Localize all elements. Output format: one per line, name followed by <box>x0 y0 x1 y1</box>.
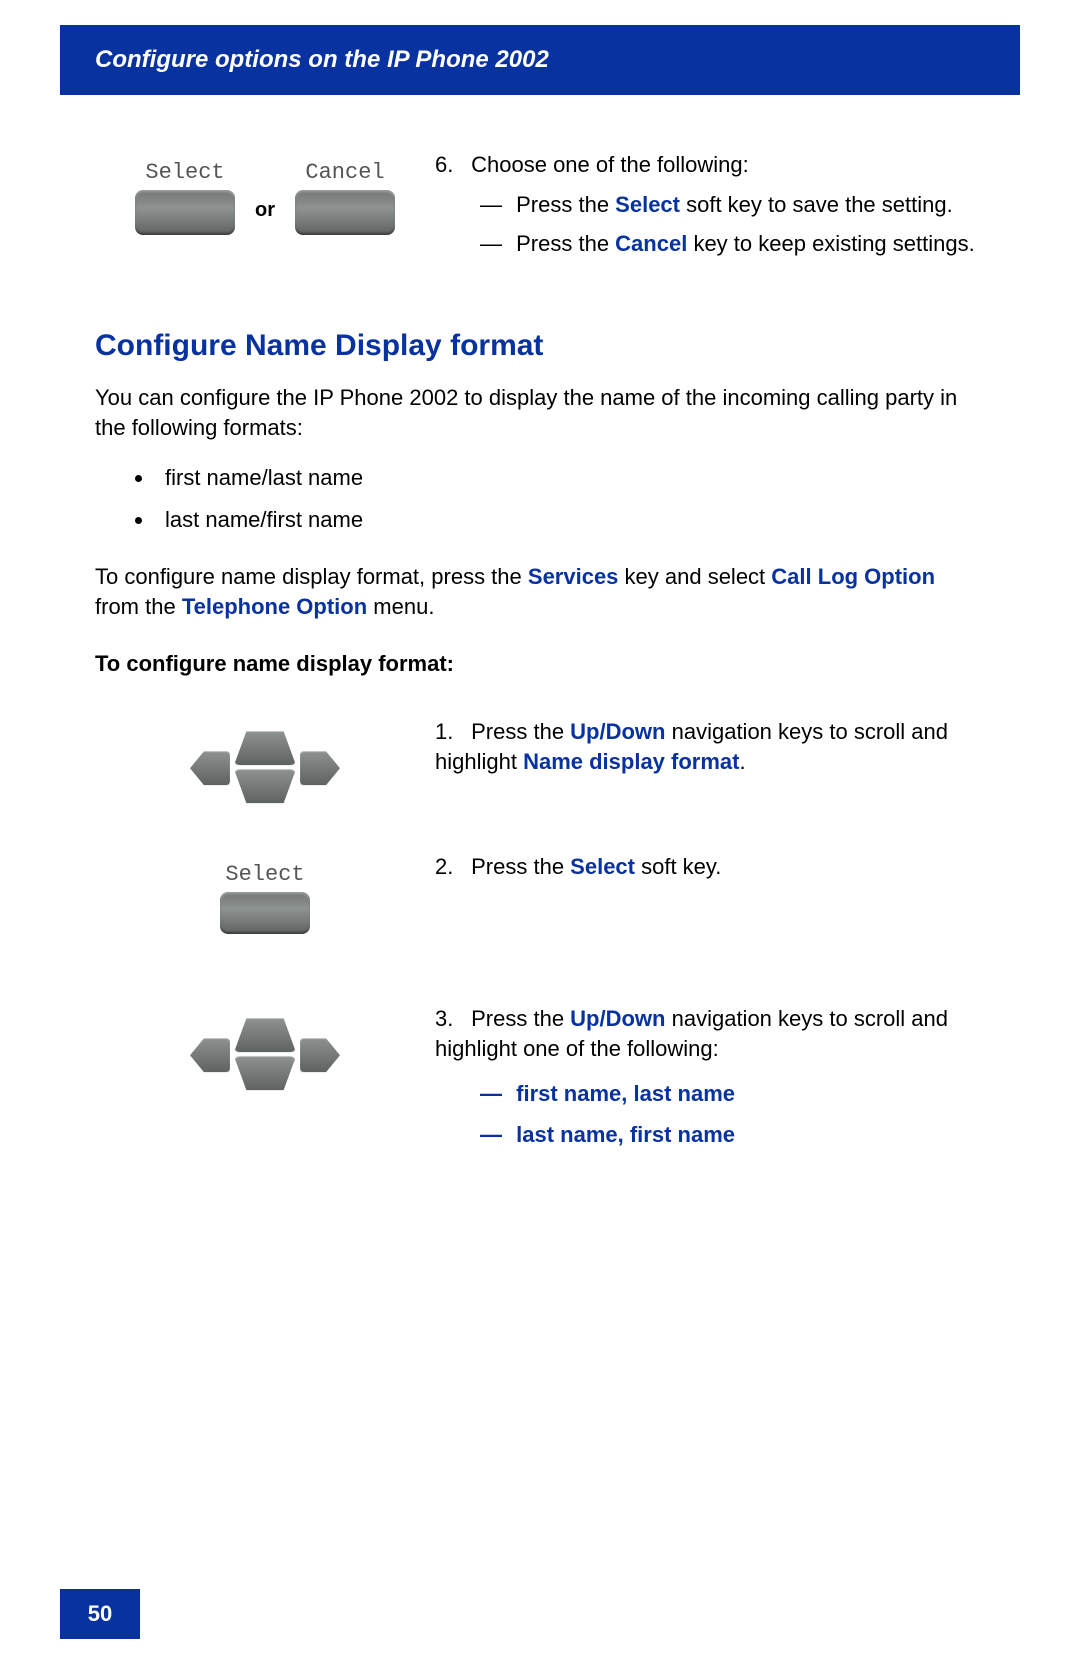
navigation-pad-icon <box>190 1014 340 1094</box>
nav-down-icon <box>234 1056 296 1090</box>
step-6-lead: Choose one of the following: <box>471 152 749 177</box>
softkey-illustration: Select or Cancel <box>95 150 435 235</box>
cancel-key-label: Cancel <box>305 160 384 185</box>
page-header-title: Configure options on the IP Phone 2002 <box>95 46 549 74</box>
step-3-row: 3. Press the Up/Down navigation keys to … <box>95 1004 985 1162</box>
navpad-illustration <box>95 717 435 807</box>
step-3-text: 3. Press the Up/Down navigation keys to … <box>435 1004 985 1162</box>
dash-icon: — <box>480 1079 510 1109</box>
format-list: first name/last name last name/first nam… <box>95 460 985 536</box>
dash-icon: — <box>480 190 510 220</box>
nav-left-icon <box>190 751 230 785</box>
select-key-icon <box>135 190 235 235</box>
nav-down-icon <box>234 769 296 803</box>
dash-icon: — <box>480 1120 510 1150</box>
select-key-illustration: Select <box>95 852 435 934</box>
page-number-value: 50 <box>88 1601 112 1627</box>
step-6-text: 6. Choose one of the following: — Press … <box>435 150 985 269</box>
nav-left-icon <box>190 1038 230 1072</box>
page: Configure options on the IP Phone 2002 S… <box>0 0 1080 1669</box>
option-1: — first name, last name <box>480 1079 985 1109</box>
page-header: Configure options on the IP Phone 2002 <box>60 25 1020 95</box>
nav-up-icon <box>234 731 296 765</box>
step-1-text: 1. Press the Up/Down navigation keys to … <box>435 717 985 776</box>
cancel-softkey: Cancel <box>295 160 395 235</box>
step-6-sub1: — Press the Select soft key to save the … <box>480 190 985 220</box>
select-key-label: Select <box>145 160 224 185</box>
list-item: last name/first name <box>155 502 985 537</box>
nav-right-icon <box>300 751 340 785</box>
content-area: Select or Cancel 6. Choose one of the fo… <box>95 150 985 1207</box>
list-item: first name/last name <box>155 460 985 495</box>
dash-icon: — <box>480 229 510 259</box>
step-number: 3. <box>435 1004 465 1034</box>
section-howto: To configure name display format, press … <box>95 562 985 621</box>
select-key-icon <box>220 892 310 934</box>
navigation-pad-icon <box>190 727 340 807</box>
step-2-text: 2. Press the Select soft key. <box>435 852 985 882</box>
or-text: or <box>250 174 280 222</box>
nav-right-icon <box>300 1038 340 1072</box>
procedure-lead: To configure name display format: <box>95 651 985 677</box>
select-key-label: Select <box>225 862 304 887</box>
step-number: 1. <box>435 717 465 747</box>
step-2-row: Select 2. Press the Select soft key. <box>95 852 985 934</box>
select-softkey: Select <box>220 862 310 934</box>
section-intro: You can configure the IP Phone 2002 to d… <box>95 383 985 442</box>
step-number: 6. <box>435 150 465 180</box>
option-2: — last name, first name <box>480 1120 985 1150</box>
step-1-row: 1. Press the Up/Down navigation keys to … <box>95 717 985 807</box>
step-number: 2. <box>435 852 465 882</box>
navpad-illustration <box>95 1004 435 1094</box>
page-number: 50 <box>60 1589 140 1639</box>
step-6-sub2: — Press the Cancel key to keep existing … <box>480 229 985 259</box>
cancel-key-icon <box>295 190 395 235</box>
section-heading: Configure Name Display format <box>95 329 985 363</box>
nav-up-icon <box>234 1018 296 1052</box>
select-softkey: Select <box>135 160 235 235</box>
step-6-row: Select or Cancel 6. Choose one of the fo… <box>95 150 985 269</box>
